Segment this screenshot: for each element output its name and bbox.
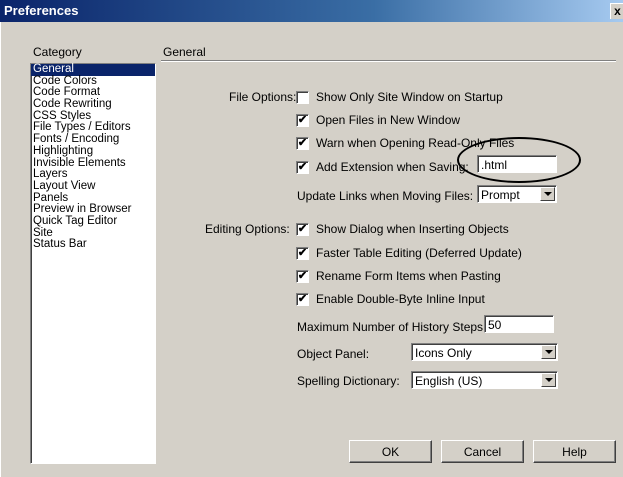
editing-options-label: Editing Options: bbox=[205, 222, 290, 236]
open-new-window-checkbox[interactable]: ✔ bbox=[296, 114, 309, 127]
show-dialog-label: Show Dialog when Inserting Objects bbox=[316, 222, 509, 236]
category-label: Category bbox=[33, 45, 82, 59]
show-dialog-checkbox[interactable]: ✔ bbox=[296, 223, 309, 236]
warn-readonly-label: Warn when Opening Read-Only Files bbox=[316, 136, 515, 150]
update-links-value: Prompt bbox=[481, 188, 520, 202]
help-button[interactable]: Help bbox=[533, 440, 616, 463]
double-byte-label: Enable Double-Byte Inline Input bbox=[316, 292, 485, 306]
open-new-window-label: Open Files in New Window bbox=[316, 113, 461, 127]
category-list[interactable]: General Code Colors Code Format Code Rew… bbox=[30, 63, 156, 464]
category-item-quick-tag-editor[interactable]: Quick Tag Editor bbox=[31, 215, 155, 228]
cancel-button[interactable]: Cancel bbox=[441, 440, 524, 463]
ok-button[interactable]: OK bbox=[349, 440, 432, 463]
history-steps-input[interactable]: 50 bbox=[484, 315, 554, 333]
category-item-code-rewriting[interactable]: Code Rewriting bbox=[31, 98, 155, 111]
category-item-layout-view[interactable]: Layout View bbox=[31, 180, 155, 193]
update-links-select[interactable]: Prompt bbox=[477, 185, 557, 203]
category-item-general[interactable]: General bbox=[31, 63, 155, 76]
add-extension-label: Add Extension when Saving: bbox=[316, 160, 469, 174]
faster-table-label: Faster Table Editing (Deferred Update) bbox=[316, 246, 522, 260]
show-only-site-checkbox[interactable] bbox=[296, 91, 309, 104]
spelling-dictionary-value: English (US) bbox=[415, 374, 483, 388]
extension-input[interactable]: .html bbox=[477, 155, 557, 173]
chevron-down-icon[interactable] bbox=[540, 187, 555, 201]
update-links-label: Update Links when Moving Files: bbox=[297, 189, 474, 203]
category-item-status-bar[interactable]: Status Bar bbox=[31, 239, 155, 251]
double-byte-checkbox[interactable]: ✔ bbox=[296, 293, 309, 306]
panel-heading: General bbox=[163, 45, 206, 59]
show-only-site-label: Show Only Site Window on Startup bbox=[316, 90, 503, 104]
history-steps-label: Maximum Number of History Steps: bbox=[297, 320, 487, 334]
object-panel-value: Icons Only bbox=[415, 346, 472, 360]
heading-divider bbox=[161, 60, 616, 62]
title-bar: Preferences x bbox=[0, 0, 623, 22]
category-item-highlighting[interactable]: Highlighting bbox=[31, 145, 155, 158]
add-extension-checkbox[interactable]: ✔ bbox=[296, 161, 309, 174]
close-button[interactable]: x bbox=[610, 3, 623, 19]
spelling-dictionary-label: Spelling Dictionary: bbox=[297, 374, 400, 388]
object-panel-label: Object Panel: bbox=[297, 347, 370, 361]
spelling-dictionary-select[interactable]: English (US) bbox=[411, 371, 558, 389]
chevron-down-icon[interactable] bbox=[541, 373, 556, 387]
file-options-label: File Options: bbox=[229, 90, 297, 104]
warn-readonly-checkbox[interactable]: ✔ bbox=[296, 137, 309, 150]
rename-form-label: Rename Form Items when Pasting bbox=[316, 269, 501, 283]
window-title: Preferences bbox=[4, 3, 79, 18]
chevron-down-icon[interactable] bbox=[541, 345, 556, 359]
faster-table-checkbox[interactable]: ✔ bbox=[296, 247, 309, 260]
object-panel-select[interactable]: Icons Only bbox=[411, 343, 558, 361]
rename-form-checkbox[interactable]: ✔ bbox=[296, 270, 309, 283]
